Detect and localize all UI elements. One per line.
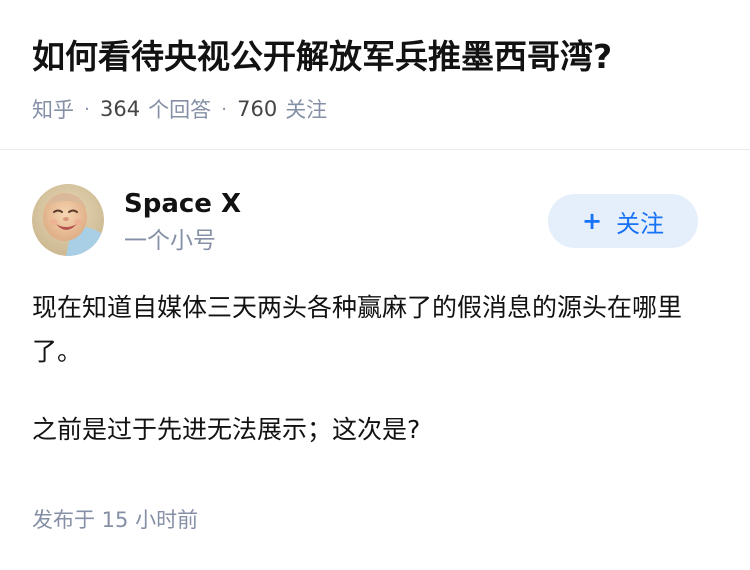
- question-header: 如何看待央视公开解放军兵推墨西哥湾? 知乎 · 364 个回答 · 760 关注: [0, 0, 750, 150]
- author-name[interactable]: Space X: [124, 186, 241, 222]
- answer-paragraph: 之前是过于先进无法展示；这次是?: [32, 415, 421, 444]
- answer-paragraph: 现在知道自媒体三天两头各种赢麻了的假消息的源头在哪里了。: [32, 293, 683, 366]
- follow-button[interactable]: + 关注: [548, 194, 698, 248]
- follow-label: 关注: [616, 209, 665, 238]
- question-meta: 知乎 · 364 个回答 · 760 关注: [32, 92, 327, 126]
- avatar[interactable]: [32, 184, 104, 256]
- answer-content: 现在知道自媒体三天两头各种赢麻了的假消息的源头在哪里了。 之前是过于先进无法展示…: [32, 286, 712, 486]
- answer-count: 364: [100, 97, 141, 121]
- publish-time: 发布于 15 小时前: [32, 508, 199, 532]
- baby-photo-avatar-icon: [32, 184, 104, 256]
- question-title[interactable]: 如何看待央视公开解放军兵推墨西哥湾?: [32, 34, 612, 80]
- author-bio: 一个小号: [124, 228, 216, 254]
- separator-dot: ·: [84, 98, 90, 120]
- answer-count-label: 个回答: [148, 98, 212, 122]
- follower-count-label: 关注: [285, 98, 328, 122]
- plus-icon: +: [581, 207, 603, 235]
- author-info: Space X 一个小号 + 关注: [0, 178, 750, 264]
- source-label[interactable]: 知乎: [32, 94, 74, 124]
- separator-dot: ·: [221, 98, 227, 120]
- follower-count: 760: [237, 97, 278, 121]
